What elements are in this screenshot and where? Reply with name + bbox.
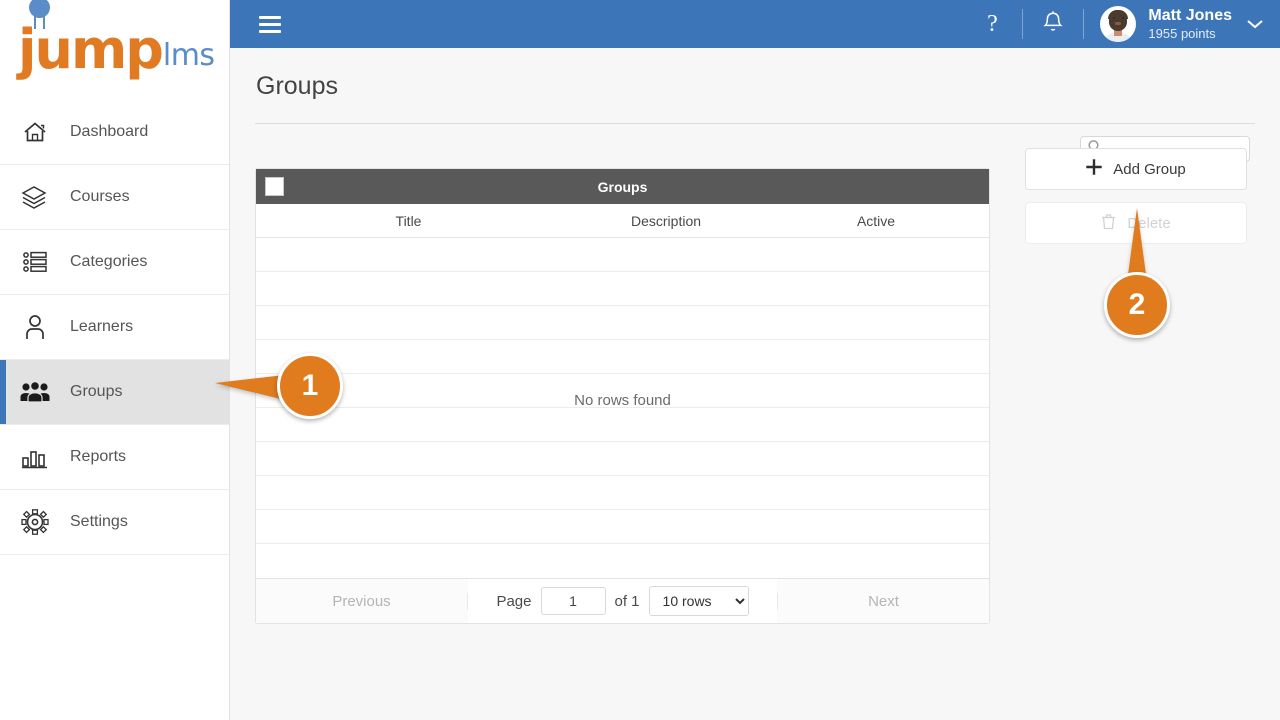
- app-root: jump lms Dashboard Courses Categories Le…: [0, 0, 1280, 720]
- question-mark-icon: ?: [987, 11, 998, 37]
- chevron-down-icon[interactable]: [1246, 18, 1264, 30]
- sidebar-item-label: Settings: [70, 513, 128, 530]
- table-row: [256, 306, 989, 340]
- next-page-button[interactable]: Next: [777, 592, 989, 610]
- sidebar-item-label: Categories: [70, 253, 148, 270]
- groups-table: Groups Title Description Active No rows …: [255, 168, 990, 624]
- help-button[interactable]: ?: [962, 0, 1022, 48]
- sidebar-item-label: Dashboard: [70, 123, 149, 140]
- rows-per-page-select[interactable]: 10 rows25 rows50 rows100 rows: [648, 586, 749, 616]
- add-group-button[interactable]: Add Group: [1025, 148, 1247, 190]
- avatar: [1100, 6, 1137, 42]
- sidebar-item-courses[interactable]: Courses: [0, 165, 229, 230]
- sidebar-item-label: Groups: [70, 383, 123, 400]
- table-row: [256, 442, 989, 476]
- logo-stem-icon: [34, 16, 45, 29]
- page-title: Groups: [256, 72, 338, 100]
- logo-primary-text: jump: [18, 18, 164, 81]
- plus-icon: [1086, 159, 1102, 179]
- logo-secondary-text: lms: [162, 38, 215, 73]
- bar-chart-icon: [18, 442, 52, 472]
- page-number-input[interactable]: [540, 587, 606, 615]
- column-header-title[interactable]: Title: [256, 213, 561, 229]
- main-content: Groups Groups Title Description Active N…: [230, 48, 1280, 720]
- user-points: 1955 points: [1148, 25, 1216, 41]
- table-body: [256, 238, 989, 578]
- sidebar: jump lms Dashboard Courses Categories Le…: [0, 0, 230, 720]
- user-name: Matt Jones: [1148, 6, 1232, 24]
- table-row: [256, 340, 989, 374]
- top-bar: ? Matt Jones 1955 points: [230, 0, 1280, 48]
- table-row: [256, 374, 989, 408]
- table-header-bar: Groups: [256, 169, 989, 204]
- hamburger-icon[interactable]: [259, 15, 281, 33]
- sidebar-item-label: Courses: [70, 188, 130, 205]
- select-all-checkbox[interactable]: [265, 177, 284, 196]
- column-header-description[interactable]: Description: [561, 213, 771, 229]
- table-row: [256, 476, 989, 510]
- pagination: Previous Page of 1 10 rows25 rows50 rows…: [256, 578, 989, 623]
- sidebar-item-label: Reports: [70, 448, 127, 465]
- table-row: [256, 272, 989, 306]
- books-icon: [18, 182, 52, 212]
- bell-icon: [1042, 10, 1064, 39]
- topbar-actions: ? Matt Jones 1955 points: [962, 0, 1280, 48]
- gear-icon: [18, 507, 52, 537]
- sidebar-item-reports[interactable]: Reports: [0, 425, 229, 490]
- pagination-center: Page of 1 10 rows25 rows50 rows100 rows: [468, 579, 777, 623]
- home-icon: [18, 117, 52, 147]
- content-area: Groups Title Description Active No rows …: [230, 124, 1280, 624]
- table-row: [256, 238, 989, 272]
- sidebar-item-groups[interactable]: Groups: [0, 360, 229, 425]
- sidebar-item-settings[interactable]: Settings: [0, 490, 229, 555]
- sidebar-item-dashboard[interactable]: Dashboard: [0, 100, 229, 165]
- table-row: [256, 408, 989, 442]
- callout-marker-1: 1: [277, 353, 343, 419]
- add-group-label: Add Group: [1113, 160, 1186, 178]
- sidebar-item-categories[interactable]: Categories: [0, 230, 229, 295]
- notifications-button[interactable]: [1023, 0, 1083, 48]
- table-row: [256, 544, 989, 578]
- table-row: [256, 510, 989, 544]
- list-icon: [18, 247, 52, 277]
- page-label: Page: [496, 592, 532, 610]
- table-column-headers: Title Description Active: [256, 204, 989, 238]
- trash-icon: [1101, 213, 1116, 234]
- table-title: Groups: [597, 178, 648, 195]
- column-header-active[interactable]: Active: [771, 213, 981, 229]
- sidebar-item-label: Learners: [70, 318, 134, 335]
- app-logo[interactable]: jump lms: [0, 0, 229, 100]
- page-total-label: of 1: [614, 592, 640, 610]
- sidebar-item-learners[interactable]: Learners: [0, 295, 229, 360]
- user-menu[interactable]: Matt Jones 1955 points: [1084, 0, 1280, 48]
- previous-page-button[interactable]: Previous: [256, 592, 468, 610]
- person-icon: [18, 312, 52, 342]
- callout-marker-2: 2: [1104, 272, 1170, 338]
- people-icon: [18, 377, 52, 407]
